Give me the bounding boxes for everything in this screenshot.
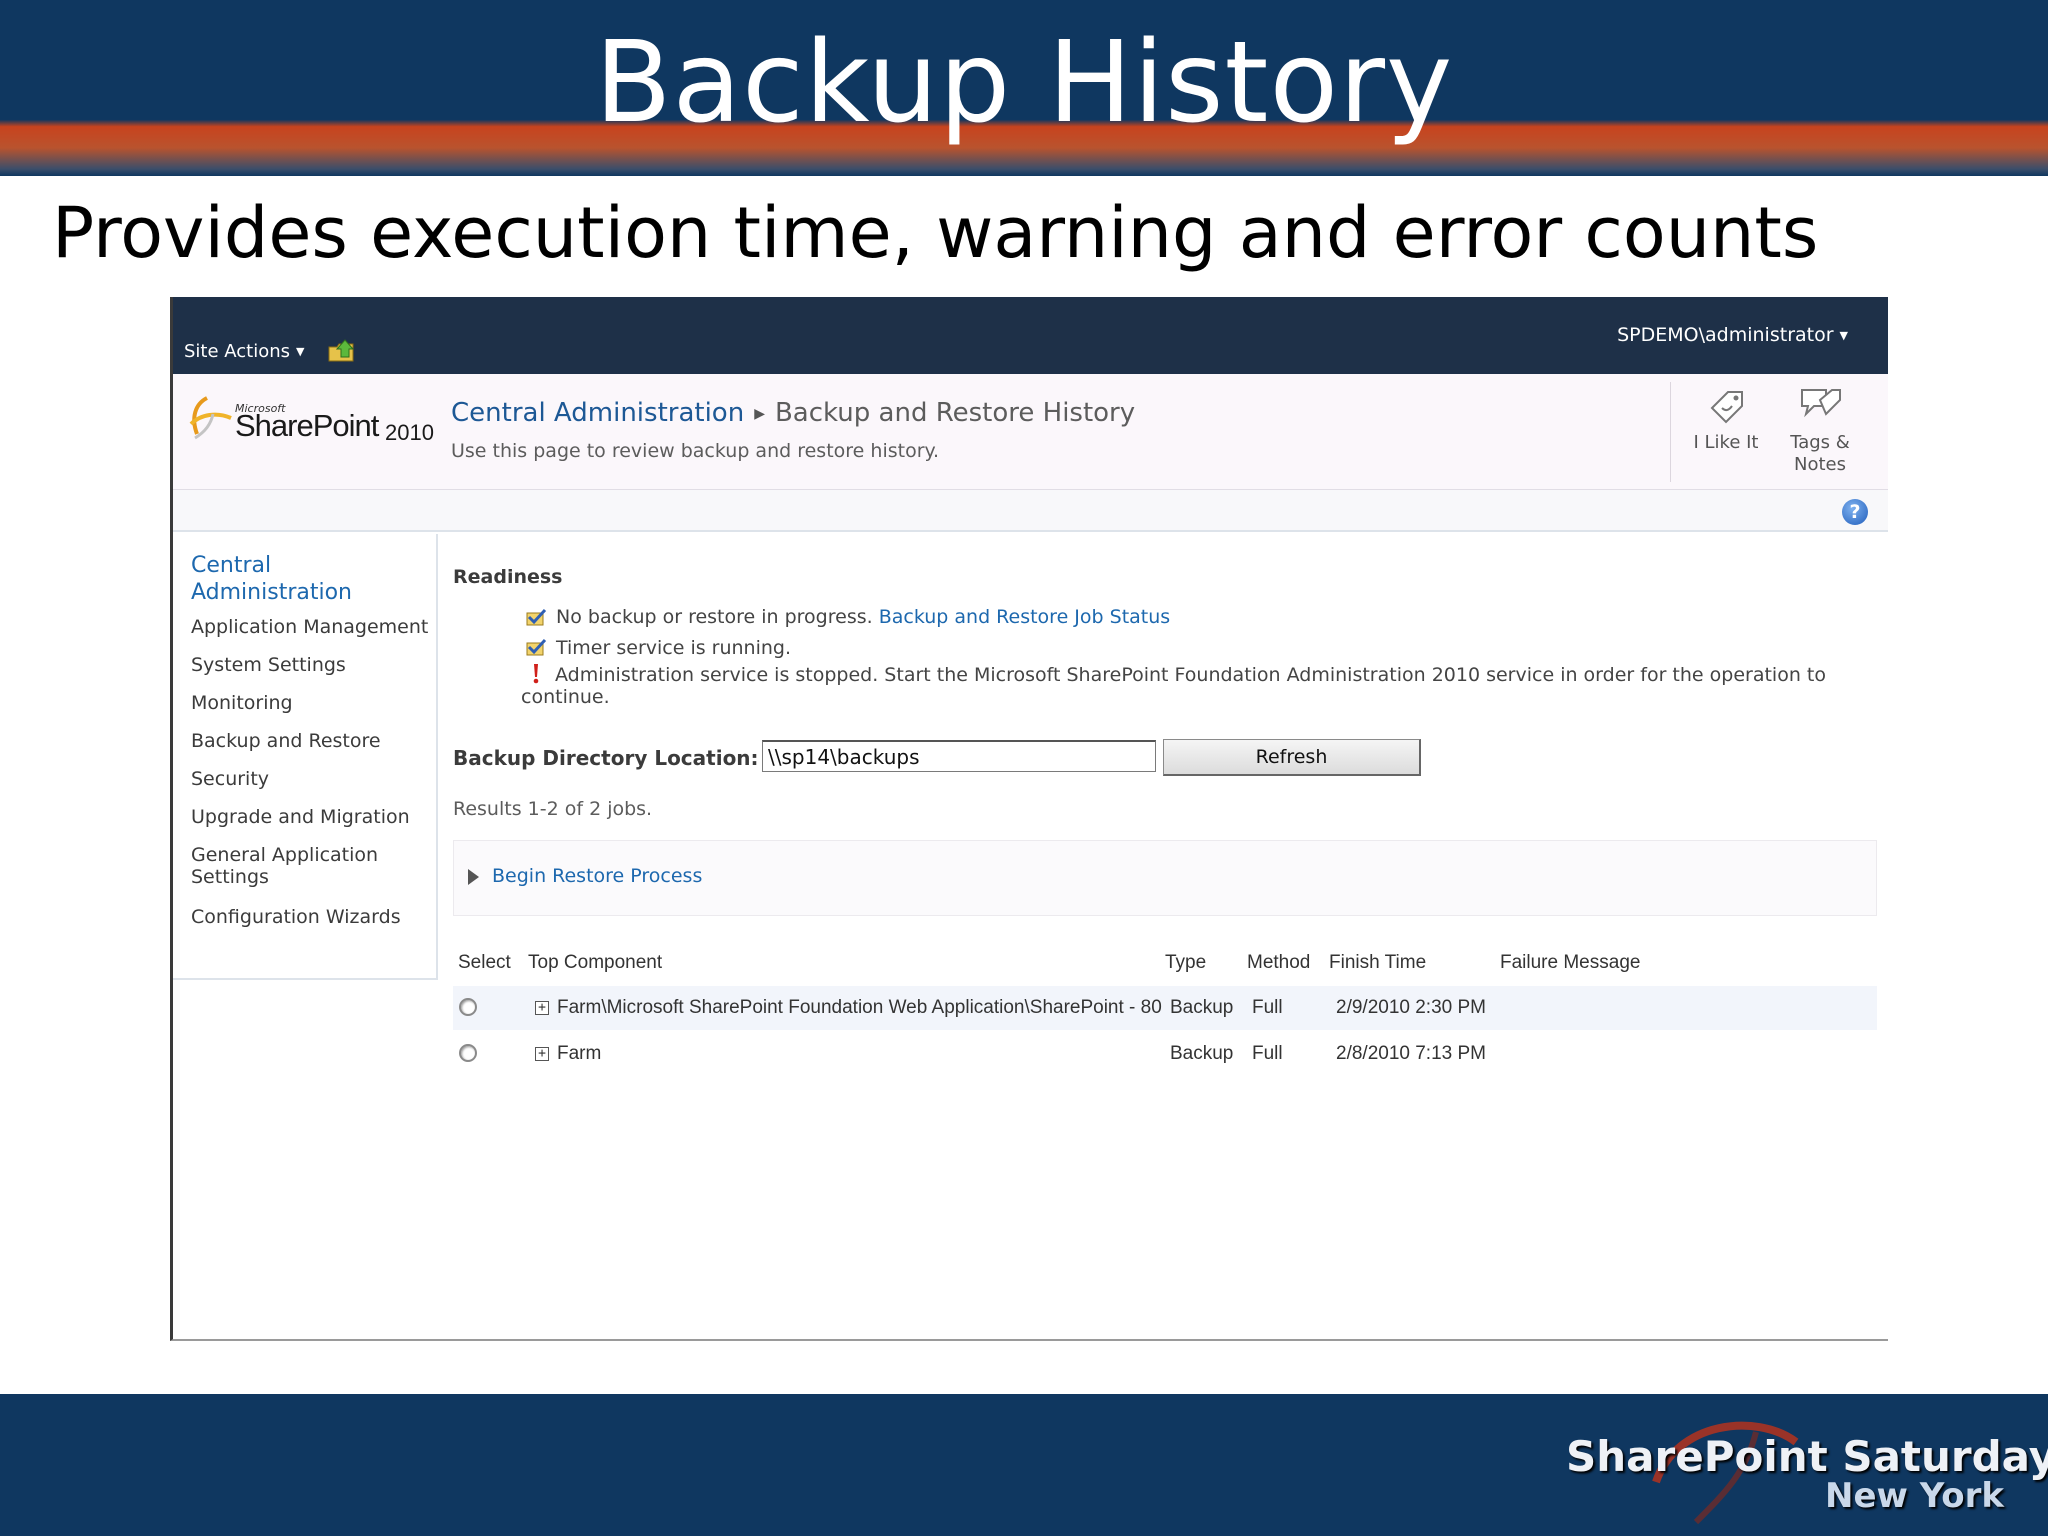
user-menu[interactable]: SPDEMO\administrator ▼ [1617,324,1848,346]
page-description: Use this page to review backup and resto… [451,440,940,462]
navigate-up-icon[interactable] [327,337,357,363]
select-radio[interactable] [459,998,477,1016]
readiness-line-2: Timer service is running. [556,637,792,659]
slide-title: Backup History [594,18,1454,148]
sharepoint-saturday-logo: SharePoint Saturday New York [1566,1412,2048,1530]
breadcrumb-arrow-icon: ▶ [754,406,765,422]
tag-smile-icon [1710,391,1743,424]
chevron-down-icon: ▼ [296,345,305,358]
tags-notes-button[interactable]: Tags & Notes [1775,382,1865,482]
readiness-heading: Readiness [453,566,563,588]
expand-arrow-icon[interactable] [468,869,479,885]
main-content: Readiness No backup or restore in progre… [453,534,1883,1334]
site-actions-menu[interactable]: Site Actions ▼ [184,341,305,362]
slide-subtitle: Provides execution time, warning and err… [52,192,1819,274]
nav-item-system-settings[interactable]: System Settings [191,654,431,676]
begin-restore-link[interactable]: Begin Restore Process [492,865,702,887]
ribbon-bar: Site Actions ▼ SPDEMO\administrator ▼ [173,297,1888,374]
tags-notes-icon [1801,389,1841,418]
logo-text-line2: New York [1825,1476,2004,1516]
tags-label-line2: Notes [1794,454,1846,475]
nav-item-backup-restore[interactable]: Backup and Restore [191,730,431,752]
refresh-button[interactable]: Refresh [1163,739,1421,776]
nav-item-upgrade-migration[interactable]: Upgrade and Migration [191,806,431,828]
readiness-line-3: Administration service is stopped. Start… [521,664,1826,708]
cell-top-component: Farm [557,1043,602,1064]
i-like-it-button[interactable]: I Like It [1681,382,1771,482]
cell-finish-time: 2/8/2010 7:13 PM [1336,1043,1486,1064]
quick-launch-heading[interactable]: Central Administration [191,552,421,606]
breadcrumb: Central Administration ▶ Backup and Restor… [451,398,1135,428]
cell-type: Backup [1170,1043,1234,1064]
column-header-select: Select [458,952,511,973]
expand-plus-icon[interactable]: + [535,1047,549,1061]
table-row: + Farm Backup Full 2/8/2010 7:13 PM [453,1032,1877,1076]
nav-item-general-application-settings[interactable]: General Application Settings [191,844,401,888]
sharepoint-label: SharePoint [235,408,379,443]
slide-header-band: Backup History [0,0,2048,176]
checkmark-icon [526,638,547,656]
readiness-line-1-text: No backup or restore in progress. [556,606,879,628]
backup-directory-label: Backup Directory Location: [453,746,759,770]
sharepoint-logo-icon [189,396,232,440]
backup-directory-input[interactable] [762,740,1156,772]
nav-item-configuration-wizards[interactable]: Configuration Wizards [191,906,431,928]
help-icon[interactable]: ? [1842,499,1868,525]
page-title-area: Microsoft SharePoint 2010 Central Admini… [173,374,1888,490]
nav-item-monitoring[interactable]: Monitoring [191,692,431,714]
slide-footer-band: SharePoint Saturday New York [0,1394,2048,1536]
i-like-it-label: I Like It [1693,432,1759,453]
cell-finish-time: 2/9/2010 2:30 PM [1336,997,1486,1018]
breadcrumb-root-link[interactable]: Central Administration [451,398,744,428]
social-buttons: I Like It Tags & Notes [1670,382,1870,482]
site-actions-label: Site Actions [184,341,291,362]
quick-launch-nav: Central Administration Application Manag… [173,534,438,980]
nav-item-security[interactable]: Security [191,768,431,790]
column-header-type: Type [1165,952,1207,973]
table-row: + Farm\Microsoft SharePoint Foundation W… [453,986,1877,1030]
readiness-line-1: No backup or restore in progress. Backup… [556,606,1170,628]
cell-top-component: Farm\Microsoft SharePoint Foundation Web… [557,997,1162,1018]
column-header-finish-time: Finish Time [1329,952,1427,973]
logo-text-line1: SharePoint Saturday [1566,1432,2048,1481]
column-header-top-component: Top Component [528,952,663,973]
user-name: SPDEMO\administrator [1617,324,1834,346]
expand-plus-icon[interactable]: + [535,1001,549,1015]
sharepoint-year: 2010 [385,420,434,445]
cell-method: Full [1252,1043,1283,1064]
restore-panel: Begin Restore Process [453,840,1877,916]
select-radio[interactable] [459,1044,477,1062]
help-strip: ? [173,490,1888,532]
sharepoint-screenshot: Site Actions ▼ SPDEMO\administrator ▼ Micr… [170,297,1888,1341]
cell-method: Full [1252,997,1283,1018]
job-status-link[interactable]: Backup and Restore Job Status [879,606,1170,628]
tags-label-line1: Tags & [1790,432,1850,453]
sharepoint-logo[interactable]: Microsoft SharePoint 2010 [187,390,447,450]
chevron-down-icon: ▼ [1839,329,1848,342]
nav-item-application-management[interactable]: Application Management [191,616,431,638]
column-header-method: Method [1247,952,1311,973]
results-count: Results 1-2 of 2 jobs. [453,798,653,820]
column-header-failure-message: Failure Message [1500,952,1641,973]
cell-type: Backup [1170,997,1234,1018]
checkmark-icon [526,608,547,626]
breadcrumb-current-page: Backup and Restore History [774,398,1136,428]
